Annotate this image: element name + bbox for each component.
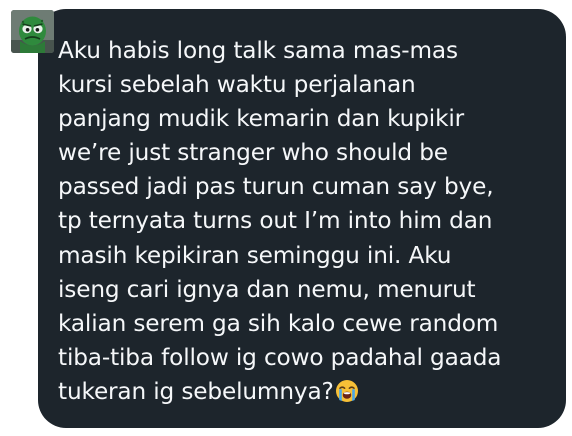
green-creature-avatar-icon: [11, 10, 54, 53]
sender-avatar[interactable]: [11, 10, 54, 53]
message-text-container: Aku habis long talk sama mas-mas kursi s…: [58, 34, 546, 409]
loudly-crying-face-icon: [335, 379, 359, 403]
message-text: Aku habis long talk sama mas-mas kursi s…: [58, 37, 502, 405]
message-bubble: Aku habis long talk sama mas-mas kursi s…: [38, 9, 566, 428]
chat-screen: Aku habis long talk sama mas-mas kursi s…: [0, 0, 572, 436]
